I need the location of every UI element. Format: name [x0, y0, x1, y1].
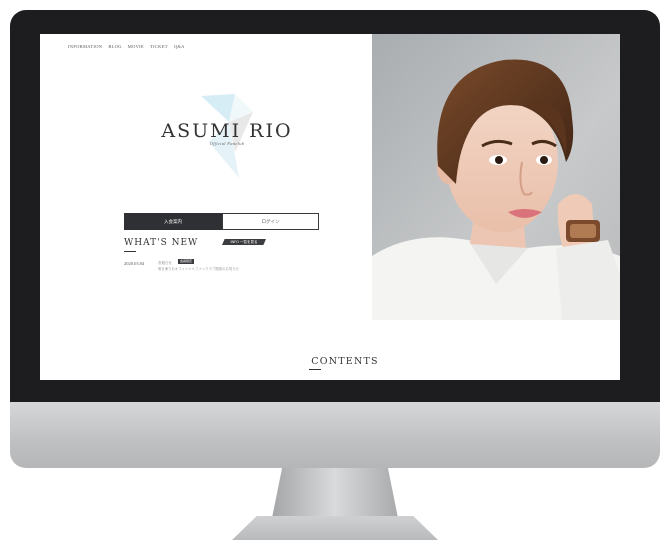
logo-subtitle: Official Fanclub [209, 141, 245, 146]
hero-portrait-image [372, 34, 620, 320]
news-member-badge: 会員限定 [178, 259, 195, 264]
news-more-link[interactable]: INFO 一覧を見る [222, 239, 266, 245]
join-button[interactable]: 入会案内 [124, 213, 222, 230]
whats-new-heading: WHAT'S NEW [124, 238, 199, 248]
news-date: 2020.03.04 [124, 261, 145, 266]
logo-title[interactable]: ASUMI RIO [150, 120, 304, 142]
nav-item-movie[interactable]: MOVIE [128, 44, 144, 49]
website-screen: INFORMATION BLOG MOVIE TICKET Q&A ASUMI … [40, 34, 620, 380]
contents-heading: CONTENTS [311, 356, 379, 367]
monitor-stand-base [232, 516, 438, 540]
site-navigation: INFORMATION BLOG MOVIE TICKET Q&A [68, 44, 185, 49]
whats-new-underline [124, 251, 136, 252]
login-button[interactable]: ログイン [222, 213, 319, 230]
monitor-chin [10, 402, 660, 468]
contents-underline [309, 369, 321, 370]
news-headline-link[interactable]: 明日海りおオフィシャルファンクラブ開設のお知らせ [158, 266, 270, 271]
nav-item-ticket[interactable]: TICKET [150, 44, 168, 49]
nav-item-blog[interactable]: BLOG [108, 44, 121, 49]
nav-item-information[interactable]: INFORMATION [68, 44, 102, 49]
monitor-stand-neck [272, 468, 398, 518]
nav-item-qa[interactable]: Q&A [174, 44, 185, 49]
